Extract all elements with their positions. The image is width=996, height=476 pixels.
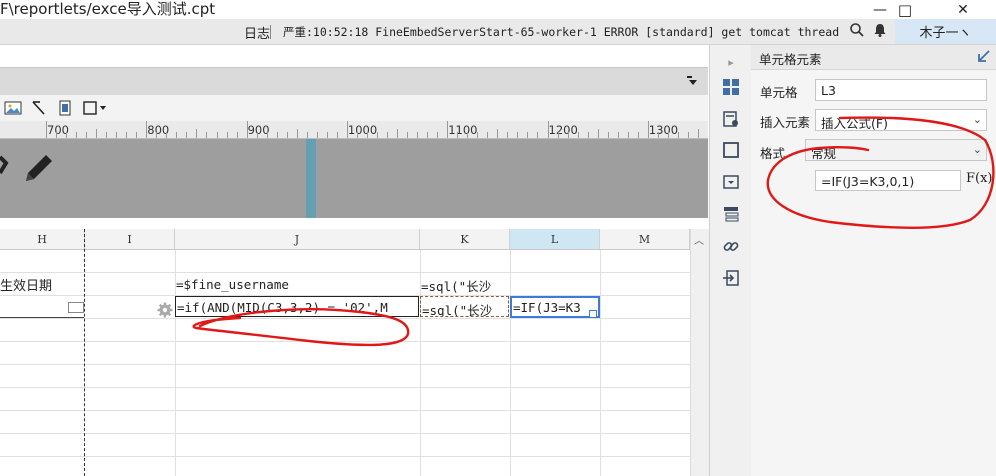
annotation-overlay <box>192 116 995 347</box>
annotation-circle-panel <box>766 116 995 229</box>
annotation-circle-formula <box>192 308 410 347</box>
